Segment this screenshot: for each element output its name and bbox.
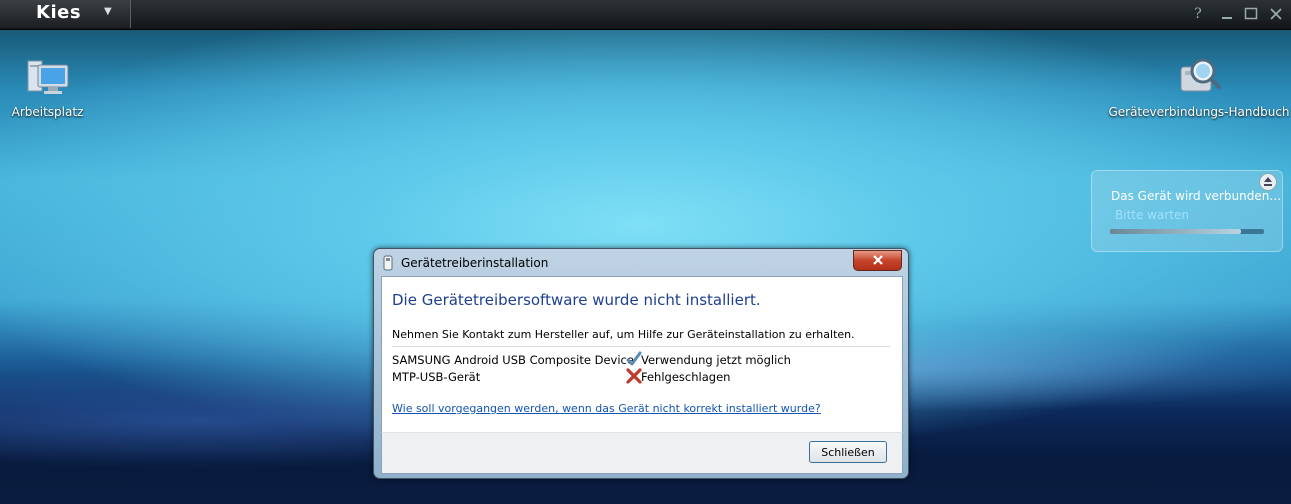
driver-name: SAMSUNG Android USB Composite Device — [392, 353, 634, 367]
minimize-icon — [1222, 17, 1232, 19]
close-icon — [872, 255, 883, 265]
kies-app-window: Kies ▼ ? Arbeitsplatz Geräteverbindungs-… — [0, 0, 1291, 504]
driver-status: Fehlgeschlagen — [626, 368, 730, 384]
connection-progress-bar — [1110, 229, 1264, 234]
notification-subtitle: Bitte warten — [1115, 208, 1189, 222]
help-link[interactable]: Wie soll vorgegangen werden, wenn das Ge… — [392, 402, 821, 415]
computer-icon — [27, 60, 68, 94]
logo-tab: Kies ▼ — [0, 0, 131, 28]
driver-row: MTP-USB-Gerät Fehlgeschlagen — [392, 368, 890, 386]
desktop-icon-label: Geräteverbindungs-Handbuch — [1108, 105, 1290, 119]
desktop-icon-arbeitsplatz[interactable]: Arbeitsplatz — [0, 55, 95, 119]
close-icon — [1270, 8, 1282, 20]
minimize-button[interactable] — [1219, 6, 1235, 22]
manual-search-icon — [1180, 58, 1221, 92]
desktop-icon-manual[interactable]: Geräteverbindungs-Handbuch — [1108, 55, 1290, 119]
divider — [392, 346, 890, 347]
notification-title: Das Gerät wird verbunden… — [1111, 189, 1282, 203]
dialog-close-button[interactable] — [853, 250, 902, 271]
dialog-footer: Schließen — [381, 432, 903, 474]
dialog-message: Nehmen Sie Kontakt zum Hersteller auf, u… — [392, 328, 855, 341]
connection-progress-fill — [1110, 229, 1241, 234]
error-x-icon — [626, 368, 642, 384]
help-button[interactable]: ? — [1190, 6, 1206, 22]
checkmark-icon — [626, 351, 642, 366]
desktop-icon-label: Arbeitsplatz — [11, 105, 84, 119]
usb-device-icon — [383, 255, 393, 271]
dialog-body: Die Gerätetreibersoftware wurde nicht in… — [381, 276, 903, 434]
title-bar: Kies ▼ ? — [0, 0, 1291, 30]
dialog-title: Gerätetreiberinstallation — [401, 256, 549, 270]
driver-name: MTP-USB-Gerät — [392, 370, 481, 384]
dialog-heading: Die Gerätetreibersoftware wurde nicht in… — [392, 291, 761, 309]
driver-installation-dialog: Gerätetreiberinstallation Die Gerätetrei… — [373, 248, 909, 479]
close-button[interactable]: Schließen — [809, 441, 887, 463]
maximize-button[interactable] — [1243, 6, 1259, 22]
connection-notification: Das Gerät wird verbunden… Bitte warten — [1091, 170, 1283, 252]
kies-logo: Kies — [36, 2, 82, 23]
driver-status: Verwendung jetzt möglich — [626, 351, 791, 367]
app-menu-dropdown-icon[interactable]: ▼ — [104, 6, 116, 18]
window-close-button[interactable] — [1268, 6, 1284, 22]
driver-row: SAMSUNG Android USB Composite Device Ver… — [392, 351, 890, 369]
maximize-icon — [1244, 7, 1258, 20]
